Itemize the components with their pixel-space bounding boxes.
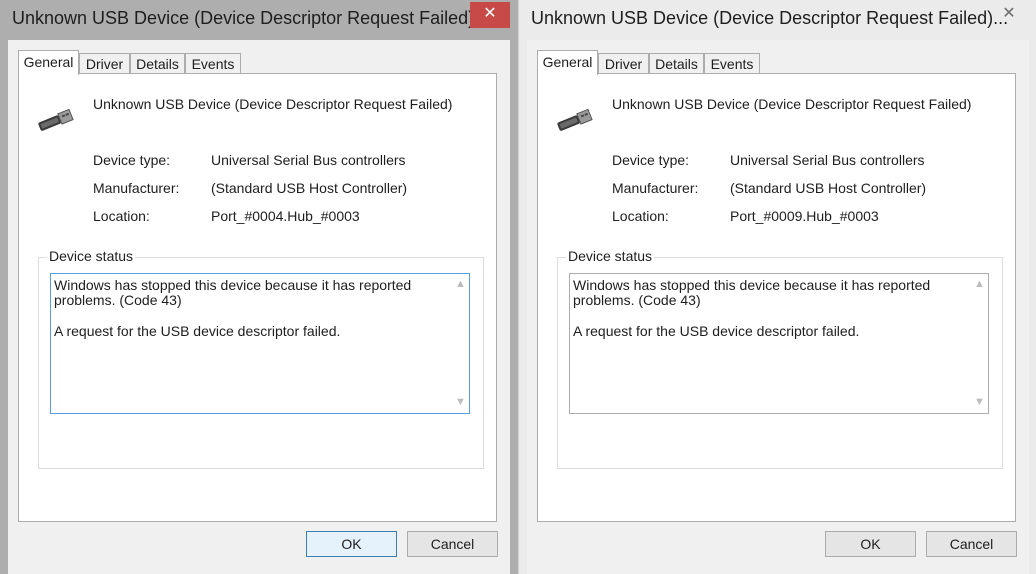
- scroll-up-icon[interactable]: ▲: [452, 276, 469, 293]
- dialog-body: General Driver Details Events Unknown US…: [527, 40, 1029, 574]
- ok-button[interactable]: OK: [306, 531, 397, 557]
- device-status-label: Device status: [47, 248, 136, 264]
- scroll-down-icon[interactable]: ▼: [971, 394, 988, 411]
- tab-events[interactable]: Events: [704, 53, 760, 74]
- device-type-value: Universal Serial Bus controllers: [211, 152, 406, 168]
- close-button[interactable]: ✕: [989, 2, 1029, 28]
- close-button[interactable]: ✕: [470, 2, 510, 28]
- window-title: Unknown USB Device (Device Descriptor Re…: [12, 8, 490, 28]
- device-status-group: Device status Windows has stopped this d…: [557, 248, 1003, 469]
- usb-plug-icon: [38, 108, 74, 131]
- title-bar[interactable]: Unknown USB Device (Device Descriptor Re…: [519, 0, 1036, 40]
- tab-events[interactable]: Events: [185, 53, 241, 74]
- usb-plug-icon: [557, 108, 593, 131]
- window-title: Unknown USB Device (Device Descriptor Re…: [531, 8, 1009, 28]
- location-label: Location:: [93, 208, 150, 224]
- tab-driver[interactable]: Driver: [79, 53, 130, 74]
- manufacturer-label: Manufacturer:: [612, 180, 699, 196]
- title-bar[interactable]: Unknown USB Device (Device Descriptor Re…: [0, 0, 518, 40]
- device-type-label: Device type:: [612, 152, 690, 168]
- cancel-button[interactable]: Cancel: [407, 531, 498, 557]
- location-value: Port_#0009.Hub_#0003: [730, 208, 879, 224]
- vertical-scrollbar[interactable]: ▲ ▼: [971, 274, 988, 413]
- general-tab-panel: Unknown USB Device (Device Descriptor Re…: [537, 73, 1016, 522]
- manufacturer-value: (Standard USB Host Controller): [730, 180, 927, 196]
- tab-general[interactable]: General: [18, 50, 79, 75]
- device-name: Unknown USB Device (Device Descriptor Re…: [612, 96, 972, 112]
- manufacturer-value: (Standard USB Host Controller): [211, 180, 408, 196]
- general-tab-panel: Unknown USB Device (Device Descriptor Re…: [18, 73, 497, 522]
- tab-details[interactable]: Details: [649, 53, 704, 74]
- scroll-down-icon[interactable]: ▼: [452, 394, 469, 411]
- location-label: Location:: [612, 208, 669, 224]
- device-type-value: Universal Serial Bus controllers: [730, 152, 925, 168]
- cancel-button[interactable]: Cancel: [926, 531, 1017, 557]
- status-detail: A request for the USB device descriptor …: [54, 323, 341, 339]
- ok-button[interactable]: OK: [825, 531, 916, 557]
- device-status-label: Device status: [566, 248, 655, 264]
- properties-window-2: Unknown USB Device (Device Descriptor Re…: [518, 0, 1036, 574]
- tab-general[interactable]: General: [537, 50, 598, 75]
- device-status-textbox[interactable]: Windows has stopped this device because …: [50, 273, 470, 414]
- dialog-body: General Driver Details Events Unknown US…: [8, 40, 510, 574]
- tab-driver[interactable]: Driver: [598, 53, 649, 74]
- device-status-textbox[interactable]: Windows has stopped this device because …: [569, 273, 989, 414]
- tab-details[interactable]: Details: [130, 53, 185, 74]
- status-message: Windows has stopped this device because …: [573, 277, 931, 308]
- device-status-group: Device status Windows has stopped this d…: [38, 248, 484, 469]
- status-detail: A request for the USB device descriptor …: [573, 323, 860, 339]
- manufacturer-label: Manufacturer:: [93, 180, 180, 196]
- location-value: Port_#0004.Hub_#0003: [211, 208, 360, 224]
- device-type-label: Device type:: [93, 152, 171, 168]
- device-name: Unknown USB Device (Device Descriptor Re…: [93, 96, 453, 112]
- properties-window-1: Unknown USB Device (Device Descriptor Re…: [0, 0, 518, 574]
- vertical-scrollbar[interactable]: ▲ ▼: [452, 274, 469, 413]
- scroll-up-icon[interactable]: ▲: [971, 276, 988, 293]
- status-message: Windows has stopped this device because …: [54, 277, 412, 308]
